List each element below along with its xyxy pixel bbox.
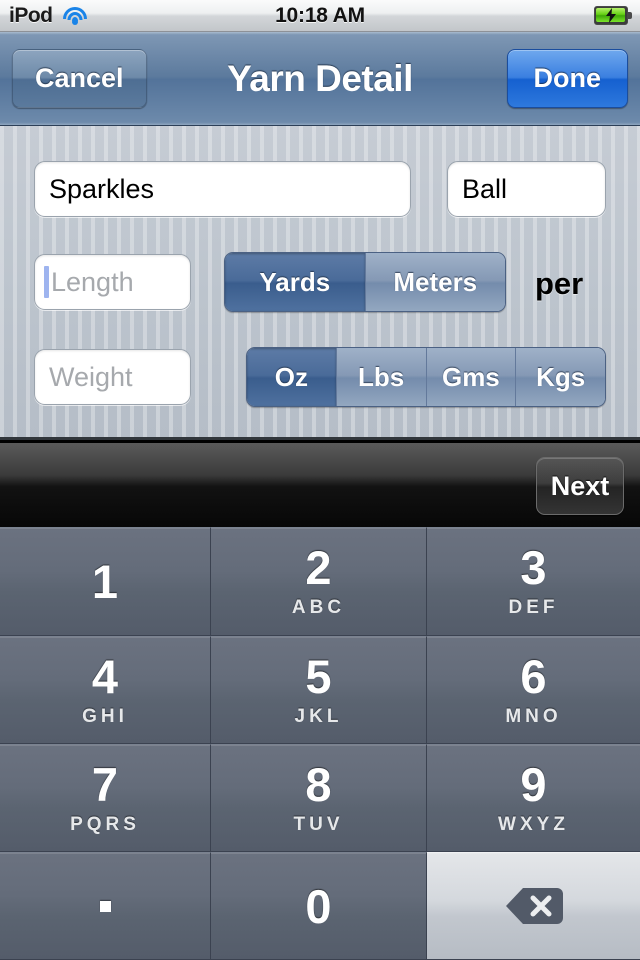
key-number: 3 [520,541,547,594]
done-button[interactable]: Done [506,49,628,108]
key-number: 6 [520,649,547,703]
key-9[interactable]: 9 WXYZ [427,744,640,852]
key-number: 7 [91,757,119,811]
yarn-unit-field[interactable]: Ball [447,161,606,217]
lightning-bolt-icon [606,8,616,23]
segment-meters[interactable]: Meters [364,253,505,311]
text-caret [44,266,49,298]
yarn-unit-value: Ball [462,173,508,204]
key-letters: GHI [82,705,128,727]
status-bar: iPod 10:18 AM [0,0,640,32]
per-label: per [535,266,584,301]
key-5[interactable]: 5 JKL [211,636,427,744]
cancel-button[interactable]: Cancel [12,49,147,108]
key-7[interactable]: 7 PQRS [0,744,211,852]
length-unit-segmented-control[interactable]: Yards Meters [224,252,506,312]
backspace-icon [505,888,563,924]
key-6[interactable]: 6 MNO [427,636,640,744]
key-number: 1 [91,555,119,608]
key-number: 0 [305,879,332,933]
key-letters: WXYZ [498,813,569,835]
key-letters: ABC [291,597,346,618]
key-letters: MNO [505,705,562,727]
period-glyph [99,900,111,912]
key-number: 9 [520,757,547,811]
key-number: 2 [305,541,332,594]
length-input[interactable]: Length [34,254,191,310]
key-letters: TUV [293,813,344,835]
key-number: 8 [305,757,332,811]
segment-kgs[interactable]: Kgs [515,348,605,406]
clock-label: 10:18 AM [275,3,365,27]
key-4[interactable]: 4 GHI [0,636,211,744]
key-3[interactable]: 3 DEF [427,527,640,636]
keyboard-accessory-bar: Next [0,443,640,527]
key-number: 5 [305,649,332,703]
key-backspace[interactable] [427,852,640,960]
key-letters: JKL [294,705,343,727]
segment-yards[interactable]: Yards [225,253,365,311]
weight-unit-segmented-control[interactable]: Oz Lbs Gms Kgs [246,347,606,407]
segment-gms[interactable]: Gms [425,348,516,406]
yarn-detail-form: Sparkles Ball Length Yards Meters per We… [0,126,640,440]
battery-charging-icon [594,6,632,25]
navigation-bar: Cancel Yarn Detail Done [0,32,640,126]
key-letters: PQRS [70,813,140,835]
next-button[interactable]: Next [536,457,624,515]
key-letters: DEF [508,597,559,618]
key-1[interactable]: 1 [0,527,211,636]
key-8[interactable]: 8 TUV [211,744,427,852]
weight-input[interactable]: Weight [34,349,191,405]
key-2[interactable]: 2 ABC [211,527,427,636]
iphone-screen: iPod 10:18 AM Cancel Yarn Detail Done Sp… [0,0,640,960]
yarn-name-value: Sparkles [49,173,155,204]
numeric-keypad: 1 2 ABC 3 DEF 4 GHI 5 JKL 6 MNO 7 PQRS 8 TUV 9 WXYZ 0 [0,527,640,960]
length-placeholder: Length [51,266,134,297]
segment-oz[interactable]: Oz [247,348,336,406]
yarn-name-field[interactable]: Sparkles [34,161,411,217]
weight-placeholder: Weight [49,361,133,392]
key-period[interactable] [0,852,211,960]
key-number: 4 [91,649,119,703]
key-0[interactable]: 0 [211,852,427,960]
segment-lbs[interactable]: Lbs [335,348,426,406]
